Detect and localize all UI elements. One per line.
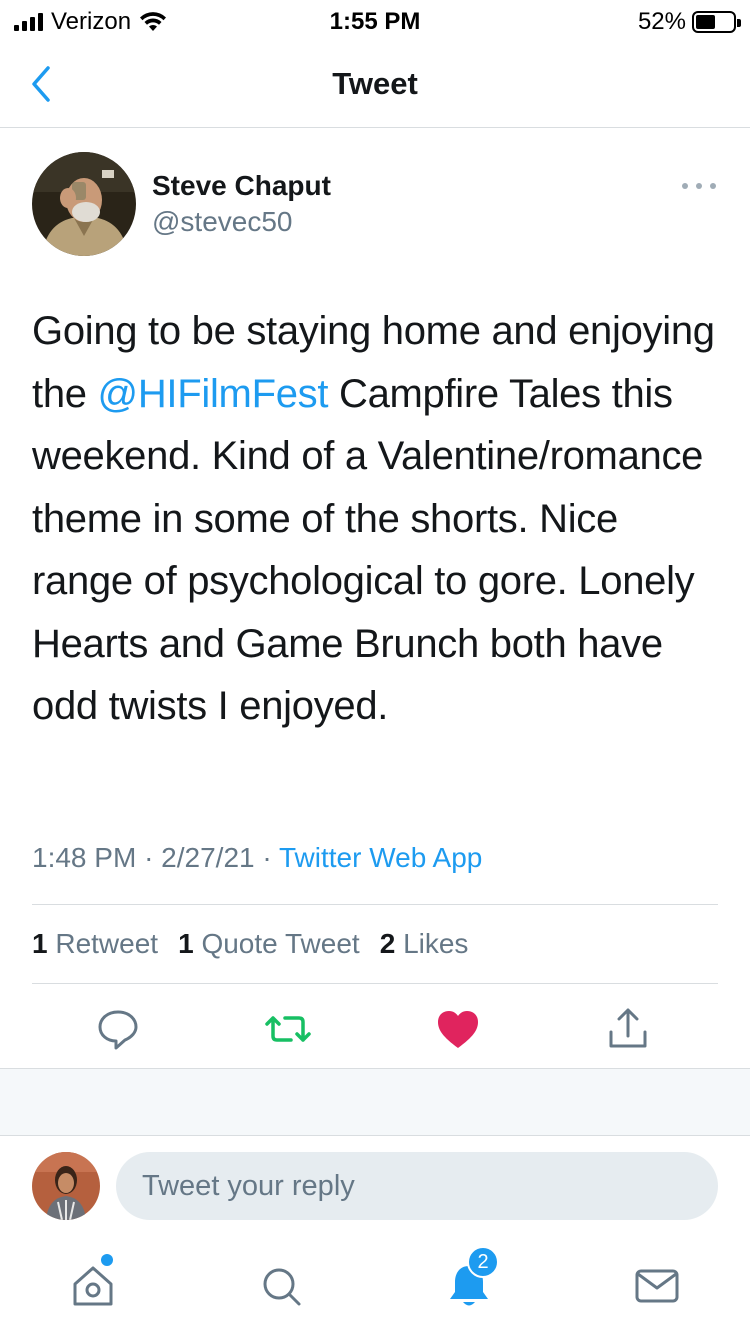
reply-button[interactable]	[93, 1004, 143, 1054]
battery-level	[696, 15, 715, 29]
author-handle[interactable]: @stevec50	[152, 206, 293, 238]
likes-count: 2	[379, 928, 396, 959]
retweet-button[interactable]	[263, 1004, 313, 1054]
current-user-avatar	[32, 1152, 100, 1220]
notifications-badge: 2	[467, 1246, 499, 1278]
quote-tweets-stat[interactable]: 1 Quote Tweet	[178, 928, 360, 960]
meta-separator-2: ·	[262, 842, 272, 873]
tab-notifications[interactable]: 2	[439, 1246, 499, 1316]
tweet-text: Going to be staying home and enjoying th…	[32, 300, 722, 738]
retweet-icon	[265, 1016, 311, 1042]
tweet-time: 1:48 PM	[32, 842, 137, 873]
nav-header: Tweet	[0, 40, 750, 128]
likes-stat[interactable]: 2 Likes	[380, 928, 469, 960]
tab-home[interactable]	[63, 1254, 123, 1316]
home-new-indicator	[101, 1254, 113, 1266]
status-bar: Verizon 1:55 PM 52%	[0, 0, 750, 40]
battery-percent: 52%	[637, 8, 686, 35]
share-button[interactable]	[603, 1004, 653, 1054]
page-title: Tweet	[332, 66, 418, 101]
likes-label: Likes	[403, 928, 469, 959]
reply-icon	[98, 1010, 138, 1050]
tweet-actions	[0, 1000, 750, 1060]
section-separator	[0, 1068, 750, 1136]
tweet-text-after: Campfire Tales this weekend. Kind of a V…	[32, 371, 704, 729]
share-icon	[609, 1008, 647, 1048]
author-avatar[interactable]	[32, 152, 136, 256]
retweets-stat[interactable]: 1 Retweet	[32, 928, 158, 960]
status-right: 52%	[637, 8, 741, 36]
divider	[32, 904, 718, 905]
tweet-meta: 1:48 PM · 2/27/21 · Twitter Web App	[32, 842, 482, 874]
retweets-label: Retweet	[55, 928, 159, 959]
author-display-name[interactable]: Steve Chaput	[152, 170, 331, 202]
tab-messages[interactable]	[627, 1256, 687, 1316]
heart-filled-icon	[438, 1011, 478, 1048]
envelope-icon	[635, 1269, 679, 1303]
tab-search[interactable]	[251, 1256, 311, 1316]
author-avatar-image	[32, 152, 136, 256]
home-icon	[73, 1266, 113, 1306]
tweet-source-link[interactable]: Twitter Web App	[279, 842, 482, 873]
quotes-label: Quote Tweet	[201, 928, 360, 959]
more-dots-icon	[682, 183, 688, 189]
retweets-count: 1	[32, 928, 48, 959]
divider	[32, 983, 718, 984]
battery-icon	[692, 11, 741, 33]
tweet-stats: 1 Retweet 1 Quote Tweet 2 Likes	[32, 928, 468, 960]
meta-separator: ·	[144, 842, 154, 873]
quotes-count: 1	[178, 928, 194, 959]
tweet-date: 2/27/21	[161, 842, 255, 873]
more-options-button[interactable]	[682, 176, 716, 196]
current-user-avatar-image	[32, 1152, 100, 1220]
tab-bar: 2	[0, 1240, 750, 1334]
like-button[interactable]	[433, 1004, 483, 1054]
search-icon	[263, 1268, 301, 1306]
mention-link[interactable]: @HIFilmFest	[98, 372, 329, 416]
reply-input[interactable]	[116, 1152, 718, 1220]
